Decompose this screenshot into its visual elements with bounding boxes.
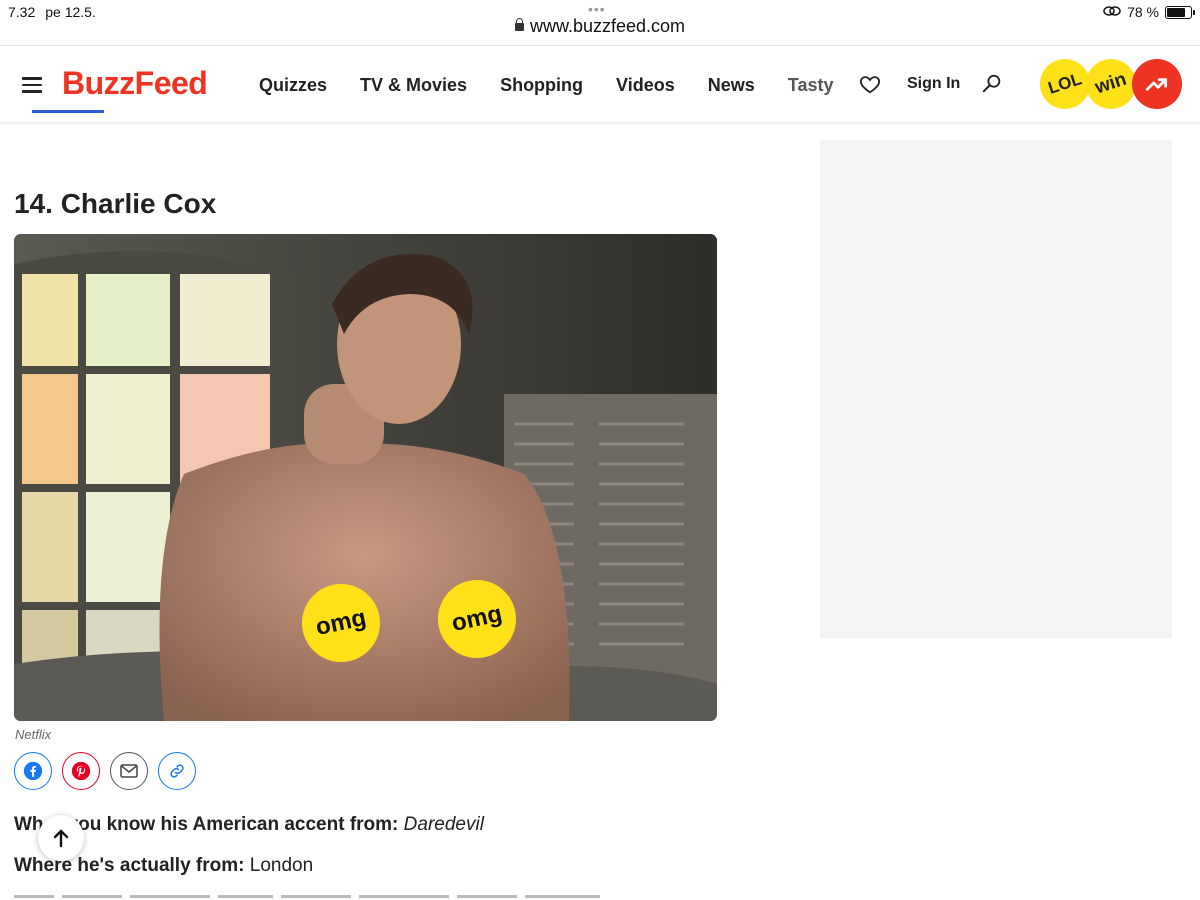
email-icon <box>120 764 138 778</box>
nav-item-quizzes[interactable]: Quizzes <box>259 75 327 96</box>
nav-item-videos[interactable]: Videos <box>616 75 675 96</box>
nav-item-shopping[interactable]: Shopping <box>500 75 583 96</box>
facebook-icon <box>23 761 43 781</box>
address-bar[interactable]: www.buzzfeed.com <box>0 16 1200 37</box>
search-icon[interactable] <box>981 73 1003 95</box>
accent-label-rest: you know his American accent from: <box>67 814 399 835</box>
main-nav: Quizzes TV & Movies Shopping Videos News… <box>259 75 866 96</box>
item-heading: 14. Charlie Cox <box>14 188 217 219</box>
status-bar: 7.32 pe 12.5. ••• www.buzzfeed.com 78 % <box>0 0 1200 46</box>
ad-placeholder <box>820 140 1172 638</box>
omg-sticker-right-text: omg <box>449 600 505 637</box>
cut-off-text-line <box>14 895 634 900</box>
sign-in-link[interactable]: Sign In <box>907 75 960 93</box>
nav-item-tasty[interactable]: Tasty <box>788 75 834 96</box>
battery-percent: 78 % <box>1127 4 1159 20</box>
nav-item-news[interactable]: News <box>708 75 755 96</box>
battery-icon <box>1165 5 1195 19</box>
scrolled-link-fragment <box>32 110 104 124</box>
url-text: www.buzzfeed.com <box>529 16 686 36</box>
tab-dots-icon[interactable]: ••• <box>588 2 606 16</box>
lock-icon <box>514 18 524 31</box>
photo-credit: Netflix <box>15 727 52 742</box>
share-bar <box>14 752 196 790</box>
heart-icon[interactable] <box>859 73 881 95</box>
battery-fill <box>1167 7 1185 17</box>
facebook-share-button[interactable] <box>14 752 52 790</box>
arrow-up-icon <box>53 829 69 848</box>
accent-line: Wh you know his American accent from: Dar… <box>14 814 484 836</box>
status-indicators: 78 % <box>1103 4 1195 20</box>
screen-lock-rotation-icon <box>1103 5 1121 20</box>
link-icon <box>170 764 184 778</box>
site-header: BuzzFeed Quizzes TV & Movies Shopping Vi… <box>0 47 1200 123</box>
pinterest-icon <box>71 761 91 781</box>
pinterest-share-button[interactable] <box>62 752 100 790</box>
origin-value: London <box>249 855 314 876</box>
trending-arrow-icon[interactable] <box>1132 59 1182 109</box>
buzzfeed-logo[interactable]: BuzzFeed <box>62 65 208 102</box>
omg-sticker-left-text: omg <box>313 604 369 641</box>
email-share-button[interactable] <box>110 752 148 790</box>
back-to-top-button[interactable] <box>38 815 84 861</box>
article-photo: omg omg <box>14 234 717 721</box>
nav-item-tv-movies[interactable]: TV & Movies <box>360 75 467 96</box>
accent-value: Daredevil <box>403 814 484 835</box>
copy-link-button[interactable] <box>158 752 196 790</box>
origin-label: Where he's actually from: <box>14 855 245 876</box>
hamburger-icon[interactable] <box>22 77 42 93</box>
